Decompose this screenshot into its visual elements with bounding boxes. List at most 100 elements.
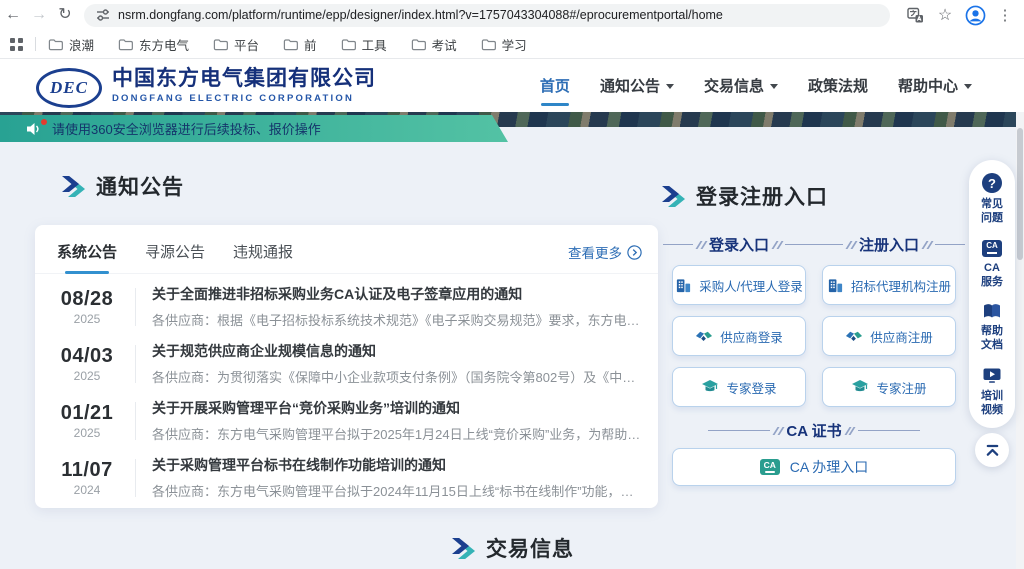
rail-item-training-videos[interactable]: 培训视频 bbox=[979, 367, 1005, 418]
handshake-icon bbox=[695, 329, 713, 344]
folder-icon bbox=[341, 38, 356, 51]
notice-list-item[interactable]: 11/07 2024 关于采购管理平台标书在线制作功能培训的通知 各供应商：东方… bbox=[35, 449, 658, 506]
page-scrollbar[interactable] bbox=[1016, 58, 1024, 569]
apps-grid-icon[interactable] bbox=[10, 38, 23, 51]
button-label: 供应商注册 bbox=[870, 327, 933, 346]
main-nav: 首页 通知公告 交易信息 政策法规 帮助中心 bbox=[540, 58, 972, 112]
notice-list-item[interactable]: 04/03 2025 关于规范供应商企业规模信息的通知 各供应商：为贯彻落实《保… bbox=[35, 335, 658, 392]
notice-list-item[interactable]: 08/28 2025 关于全面推进非招标采购业务CA认证及电子签章应用的通知 各… bbox=[35, 278, 658, 335]
site-header: DEC 中国东方电气集团有限公司 DONGFANG ELECTRIC CORPO… bbox=[0, 58, 1024, 112]
expert-login-button[interactable]: 专家登录 bbox=[672, 367, 806, 407]
bookmark-star-icon[interactable]: ☆ bbox=[932, 2, 958, 28]
section-arrow-icon bbox=[662, 186, 686, 207]
active-tab-underline bbox=[65, 271, 109, 274]
folder-icon bbox=[48, 38, 63, 51]
notice-tabs: 系统公告 寻源公告 违规通报 查看更多 bbox=[35, 225, 658, 274]
toolbar-actions: ☆ ⋮ bbox=[902, 2, 1018, 28]
register-entry-title: 注册入口 bbox=[859, 234, 919, 255]
question-mark-icon: ? bbox=[982, 173, 1002, 193]
notice-date-block: 11/07 2024 bbox=[55, 459, 119, 497]
ca-apply-button[interactable]: CA CA 办理入口 bbox=[672, 448, 956, 486]
folder-icon bbox=[283, 38, 298, 51]
graduation-cap-icon bbox=[851, 379, 869, 395]
bookmark-label: 学习 bbox=[502, 35, 527, 54]
bookmark-label: 工具 bbox=[362, 35, 387, 54]
rail-item-label: 帮助文档 bbox=[979, 324, 1005, 353]
rail-item-label: 常见问题 bbox=[979, 197, 1005, 226]
company-name-block: 中国东方电气集团有限公司 DONGFANG ELECTRIC CORPORATI… bbox=[112, 66, 376, 104]
notice-title: 关于规范供应商企业规模信息的通知 bbox=[152, 341, 642, 361]
bookmark-folder[interactable]: 工具 bbox=[341, 35, 387, 54]
translate-icon[interactable] bbox=[902, 2, 928, 28]
notice-year: 2024 bbox=[55, 483, 119, 497]
section-arrow-icon bbox=[452, 538, 476, 559]
book-icon bbox=[982, 303, 1002, 320]
bookmark-label: 前 bbox=[304, 35, 317, 54]
view-more-label: 查看更多 bbox=[568, 242, 622, 262]
bookmark-folder[interactable]: 东方电气 bbox=[118, 35, 189, 54]
notice-excerpt: 各供应商：东方电气采购管理平台拟于2024年11月15日上线“标书在线制作”功能… bbox=[152, 481, 642, 500]
bookmark-folder[interactable]: 平台 bbox=[213, 35, 259, 54]
ca-card-icon: CA bbox=[982, 240, 1002, 257]
url-text: nsrm.dongfang.com/platform/runtime/epp/d… bbox=[118, 8, 723, 22]
notice-text-block: 关于规范供应商企业规模信息的通知 各供应商：为贯彻落实《保障中小企业款项支付条例… bbox=[152, 341, 642, 386]
url-bar[interactable]: nsrm.dongfang.com/platform/runtime/epp/d… bbox=[84, 4, 890, 27]
nav-label: 交易信息 bbox=[704, 75, 764, 96]
notice-year: 2025 bbox=[55, 369, 119, 383]
notice-date-block: 08/28 2025 bbox=[55, 288, 119, 326]
notice-list-item[interactable]: 01/21 2025 关于开展采购管理平台“竞价采购业务”培训的通知 各供应商：… bbox=[35, 392, 658, 449]
bookmarks-divider bbox=[35, 37, 36, 51]
kebab-menu-icon[interactable]: ⋮ bbox=[992, 2, 1018, 28]
dec-logo[interactable]: DEC bbox=[36, 68, 102, 108]
bookmark-folder[interactable]: 前 bbox=[283, 35, 317, 54]
nav-item-help-center[interactable]: 帮助中心 bbox=[898, 75, 972, 96]
notice-text-block: 关于全面推进非招标采购业务CA认证及电子签章应用的通知 各供应商：根据《电子招标… bbox=[152, 284, 642, 329]
nav-item-policies[interactable]: 政策法规 bbox=[808, 75, 868, 96]
view-more-link[interactable]: 查看更多 bbox=[568, 242, 642, 262]
company-name-en: DONGFANG ELECTRIC CORPORATION bbox=[112, 93, 376, 104]
tab-violation-reports[interactable]: 违规通报 bbox=[233, 241, 293, 262]
bookmark-folder[interactable]: 考试 bbox=[411, 35, 457, 54]
bookmark-folder[interactable]: 浪潮 bbox=[48, 35, 94, 54]
handshake-icon bbox=[845, 329, 863, 344]
company-name-cn: 中国东方电气集团有限公司 bbox=[112, 66, 376, 91]
expert-register-button[interactable]: 专家注册 bbox=[822, 367, 956, 407]
nav-item-home[interactable]: 首页 bbox=[540, 75, 570, 96]
supplier-login-button[interactable]: 供应商登录 bbox=[672, 316, 806, 356]
nav-label: 政策法规 bbox=[808, 75, 868, 96]
rail-item-label: 培训视频 bbox=[979, 389, 1005, 418]
notice-year: 2025 bbox=[55, 426, 119, 440]
tab-sourcing-notices[interactable]: 寻源公告 bbox=[145, 241, 205, 262]
browser-notice-ribbon: 请使用360安全浏览器进行后续投标、报价操作 bbox=[0, 115, 508, 142]
purchaser-login-button[interactable]: 采购人/代理人登录 bbox=[672, 265, 806, 305]
notice-excerpt: 各供应商：东方电气采购管理平台拟于2025年1月24日上线“竞价采购”业务，为帮… bbox=[152, 424, 642, 443]
register-entry-header: 注册入口 bbox=[822, 234, 956, 255]
forward-icon[interactable]: → bbox=[26, 0, 52, 30]
nav-item-notices[interactable]: 通知公告 bbox=[600, 75, 674, 96]
tab-system-notices[interactable]: 系统公告 bbox=[57, 241, 117, 262]
nav-label: 帮助中心 bbox=[898, 75, 958, 96]
notice-date: 01/21 bbox=[55, 402, 119, 425]
rail-item-help-docs[interactable]: 帮助文档 bbox=[979, 303, 1005, 353]
profile-avatar-icon[interactable] bbox=[962, 2, 988, 28]
scrollbar-thumb[interactable] bbox=[1017, 128, 1023, 260]
login-entry-title: 登录入口 bbox=[709, 234, 769, 255]
bookmark-folder[interactable]: 学习 bbox=[481, 35, 527, 54]
ca-section-header: CA 证书 bbox=[672, 420, 956, 441]
rail-item-ca-service[interactable]: CA CA 服务 bbox=[979, 240, 1005, 290]
vertical-divider bbox=[135, 288, 136, 326]
graduation-cap-icon bbox=[701, 379, 719, 395]
button-label: 专家登录 bbox=[726, 378, 776, 397]
notice-date-block: 04/03 2025 bbox=[55, 345, 119, 383]
back-icon[interactable]: ← bbox=[0, 0, 26, 30]
bidding-agency-register-button[interactable]: 招标代理机构注册 bbox=[822, 265, 956, 305]
rail-item-faq[interactable]: ? 常见问题 bbox=[979, 173, 1005, 226]
button-label: 招标代理机构注册 bbox=[851, 276, 951, 295]
nav-item-trade-info[interactable]: 交易信息 bbox=[704, 75, 778, 96]
vertical-divider bbox=[135, 459, 136, 497]
supplier-register-button[interactable]: 供应商注册 bbox=[822, 316, 956, 356]
notice-year: 2025 bbox=[55, 312, 119, 326]
collapse-rail-button[interactable] bbox=[975, 433, 1009, 467]
nav-label: 首页 bbox=[540, 75, 570, 96]
reload-icon[interactable]: ↻ bbox=[52, 0, 78, 30]
